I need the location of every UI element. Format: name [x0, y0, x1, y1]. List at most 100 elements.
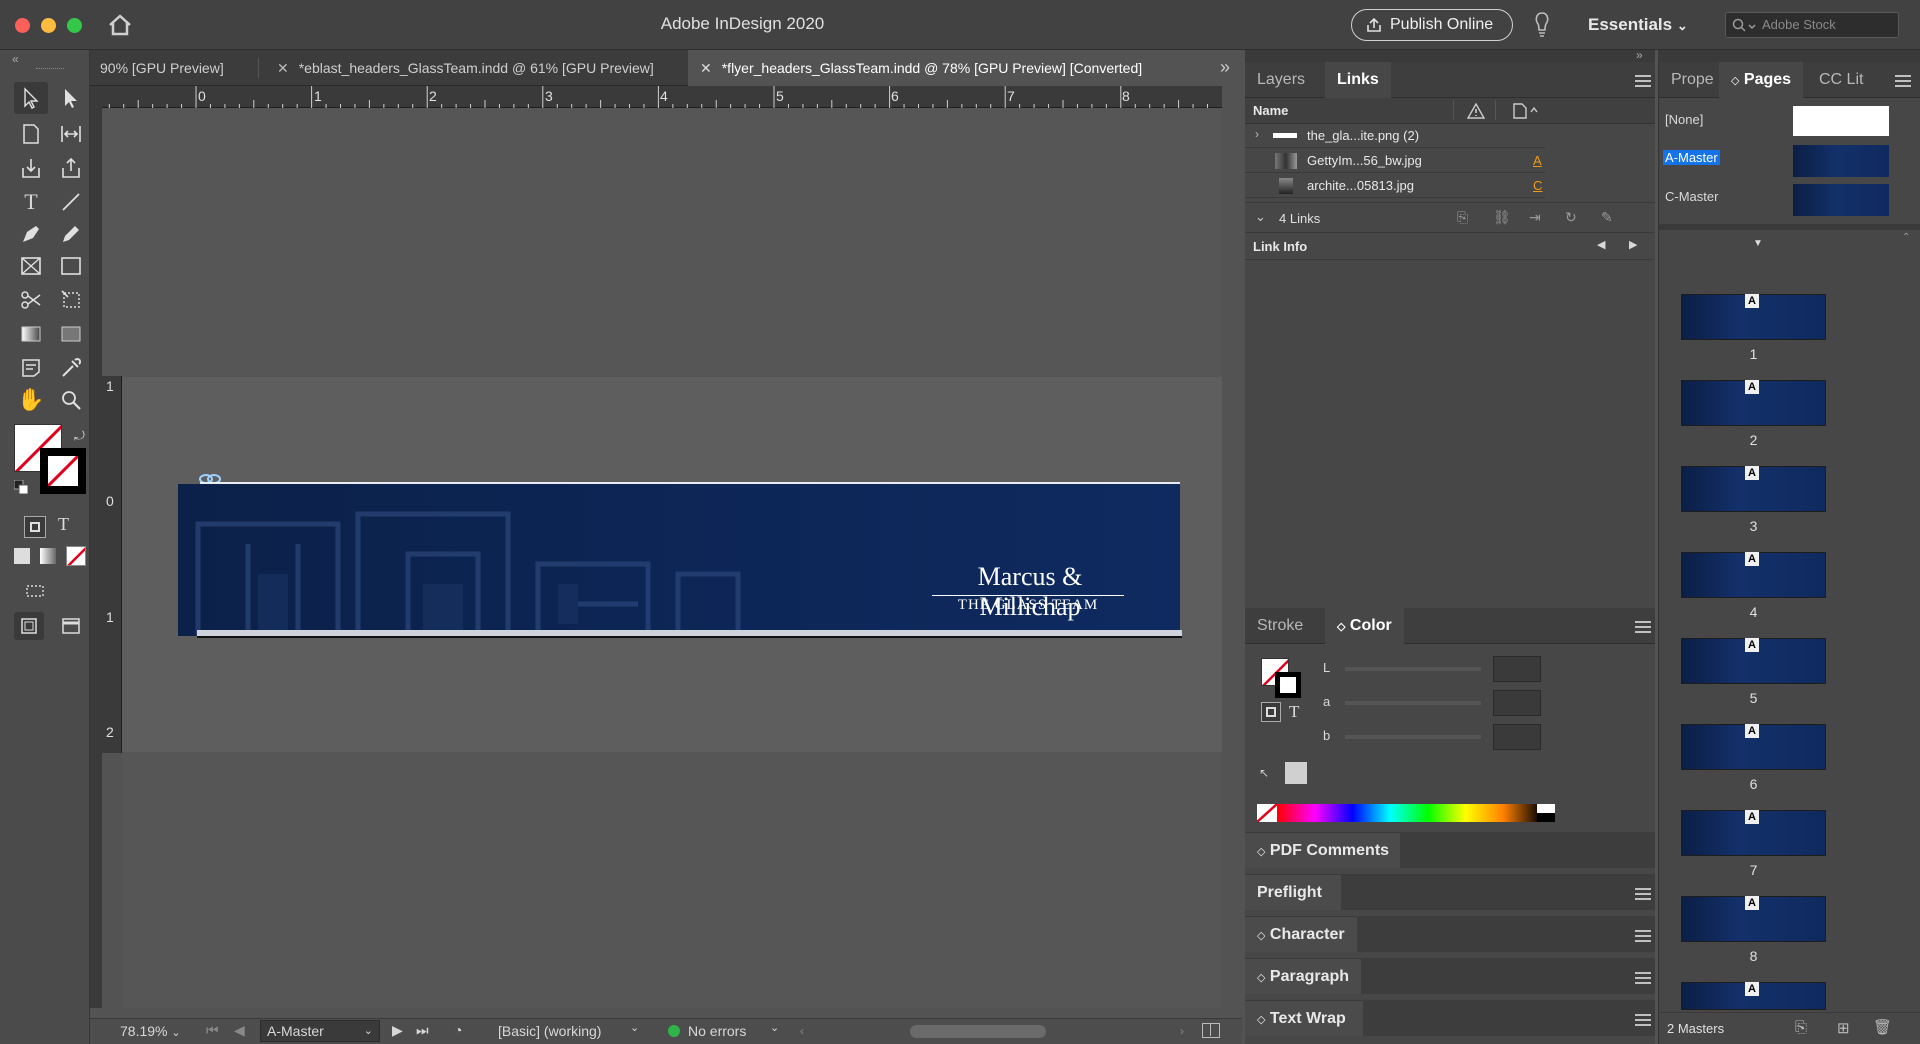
toolbar-grip[interactable] — [36, 68, 64, 70]
lightbulb-icon[interactable] — [1533, 11, 1551, 39]
channel-input-a[interactable] — [1493, 690, 1541, 716]
tab-links[interactable]: Links — [1325, 62, 1391, 98]
black-swatch[interactable] — [1537, 813, 1555, 822]
pages-scrollbar[interactable]: ⌃ — [1902, 232, 1910, 1044]
preflight-profile[interactable]: [Basic] (working) — [498, 1023, 601, 1039]
gradient-feather-tool-icon[interactable] — [54, 318, 88, 350]
default-fill-stroke-icon[interactable] — [13, 479, 29, 495]
pencil-tool-icon[interactable] — [54, 218, 88, 250]
hand-tool-icon[interactable]: ✋ — [14, 384, 48, 416]
panel-menu-icon[interactable] — [1635, 888, 1651, 900]
channel-input-l[interactable] — [1493, 656, 1541, 682]
previous-page-icon[interactable]: ◀ — [234, 1022, 245, 1039]
tab-properties[interactable]: Prope — [1659, 62, 1719, 98]
content-placer-icon[interactable] — [54, 152, 88, 184]
pages-divider[interactable] — [1659, 224, 1920, 230]
master-c-thumb[interactable] — [1793, 184, 1889, 216]
channel-slider-b[interactable] — [1345, 735, 1481, 739]
link-page-ref[interactable]: A — [1533, 153, 1542, 168]
scissors-tool-icon[interactable] — [14, 284, 48, 316]
close-tab-icon[interactable]: ✕ — [700, 60, 712, 76]
scroll-right-icon[interactable]: › — [1180, 1024, 1184, 1038]
preview-mode-icon[interactable] — [58, 612, 84, 640]
master-none[interactable]: [None] — [1665, 112, 1703, 127]
screen-mode-icon[interactable] — [24, 580, 46, 602]
apply-color-icon[interactable] — [14, 548, 30, 564]
open-document-icon[interactable]: ◔ — [454, 1022, 462, 1038]
tab-color[interactable]: ◇ Color — [1325, 608, 1404, 644]
formatting-container-icon[interactable] — [24, 516, 46, 538]
collapse-toolbar-icon[interactable]: « — [12, 52, 19, 66]
type-tool-icon[interactable]: T — [14, 186, 48, 218]
master-c[interactable]: C-Master — [1665, 189, 1718, 204]
last-color-swatch[interactable] — [1285, 762, 1307, 784]
warning-icon[interactable] — [1467, 103, 1485, 119]
channel-input-b[interactable] — [1493, 724, 1541, 750]
link-row[interactable]: GettyIm...56_bw.jpg A — [1245, 149, 1545, 173]
panel-menu-icon[interactable] — [1635, 75, 1651, 87]
chevron-down-icon[interactable]: ⌄ — [630, 1021, 639, 1034]
formatting-container-icon[interactable] — [1261, 702, 1281, 722]
doc-tab-3[interactable]: ✕ *flyer_headers_GlassTeam.indd @ 78% [GP… — [688, 50, 1288, 86]
scroll-left-icon[interactable]: ‹ — [800, 1024, 804, 1038]
character-panel-tab[interactable]: ◇ Character — [1245, 916, 1357, 952]
channel-slider-l[interactable] — [1345, 667, 1481, 671]
tab-pages[interactable]: ◇ Pages — [1719, 62, 1804, 98]
free-transform-tool-icon[interactable] — [54, 284, 88, 316]
last-page-icon[interactable]: ⏭ — [416, 1022, 429, 1039]
split-window-icon[interactable] — [1202, 1023, 1220, 1038]
tab-cc-libraries[interactable]: CC Lit — [1807, 62, 1887, 98]
panel-menu-icon[interactable] — [1635, 1014, 1651, 1026]
stroke-swatch[interactable] — [40, 448, 86, 494]
doc-tab-1[interactable]: 90% [GPU Preview] — [100, 50, 255, 86]
white-swatch[interactable] — [1537, 804, 1555, 813]
previous-link-icon[interactable]: ◀ — [1597, 238, 1605, 251]
rectangle-tool-icon[interactable] — [54, 250, 88, 282]
preflight-panel-tab[interactable]: Preflight — [1245, 874, 1341, 910]
more-tabs-icon[interactable]: » — [1220, 57, 1230, 78]
new-page-icon[interactable]: ⊞ — [1837, 1019, 1850, 1037]
tab-layers[interactable]: Layers — [1245, 62, 1317, 98]
eyedropper-tool-icon[interactable] — [54, 352, 88, 384]
out-of-gamut-icon[interactable]: ↖ — [1259, 766, 1269, 780]
rectangle-frame-tool-icon[interactable] — [14, 250, 48, 282]
panel-menu-icon[interactable] — [1635, 621, 1651, 633]
relink-icon[interactable]: ⛓ — [1493, 209, 1511, 226]
panel-menu-icon[interactable] — [1635, 972, 1651, 984]
panel-menu-icon[interactable] — [1635, 930, 1651, 942]
zoom-level[interactable]: 78.19% ⌄ — [120, 1023, 181, 1039]
gradient-swatch-tool-icon[interactable] — [14, 318, 48, 350]
line-tool-icon[interactable] — [54, 186, 88, 218]
selection-tool-icon[interactable] — [14, 82, 48, 114]
content-collector-icon[interactable] — [14, 152, 48, 184]
go-to-link-icon[interactable]: ⇥ — [1529, 209, 1541, 226]
color-stroke-swatch[interactable] — [1275, 672, 1301, 698]
next-page-icon[interactable]: ▶ — [392, 1022, 403, 1039]
none-color-icon[interactable] — [1257, 804, 1277, 822]
swap-fill-stroke-icon[interactable]: ⤾ — [74, 428, 85, 444]
chevron-right-icon[interactable]: › — [1255, 127, 1259, 141]
next-link-icon[interactable]: ▶ — [1629, 238, 1637, 251]
gap-tool-icon[interactable] — [54, 118, 88, 150]
publish-online-button[interactable]: Publish Online — [1351, 9, 1513, 41]
master-a-thumb[interactable] — [1793, 145, 1889, 177]
horizontal-scrollbar[interactable] — [910, 1025, 1046, 1038]
text-wrap-panel-tab[interactable]: ◇ Text Wrap — [1245, 1000, 1363, 1036]
link-row[interactable]: archite...05813.jpg C — [1245, 174, 1545, 198]
link-row[interactable]: › the_gla...ite.png (2) — [1245, 124, 1545, 148]
pdf-comments-panel-tab[interactable]: ◇ PDF Comments — [1245, 832, 1400, 868]
color-spectrum-ramp[interactable] — [1277, 804, 1541, 822]
edit-page-size-icon[interactable]: ⎘ — [1795, 1019, 1807, 1036]
note-tool-icon[interactable] — [14, 352, 48, 384]
channel-slider-a[interactable] — [1345, 701, 1481, 705]
formatting-text-icon[interactable]: T — [58, 514, 69, 535]
edit-original-icon[interactable]: ✎ — [1601, 209, 1613, 226]
formatting-text-icon[interactable]: T — [1289, 702, 1299, 722]
direct-selection-tool-icon[interactable] — [54, 82, 88, 114]
zoom-tool-icon[interactable] — [54, 384, 88, 416]
chevron-down-icon[interactable]: ⌄ — [1255, 209, 1266, 225]
page-selector[interactable]: A-Master ⌄ — [260, 1020, 380, 1042]
panel-menu-icon[interactable] — [1895, 75, 1911, 87]
first-page-icon[interactable]: ⏮ — [206, 1022, 219, 1039]
apply-gradient-icon[interactable] — [40, 548, 56, 564]
